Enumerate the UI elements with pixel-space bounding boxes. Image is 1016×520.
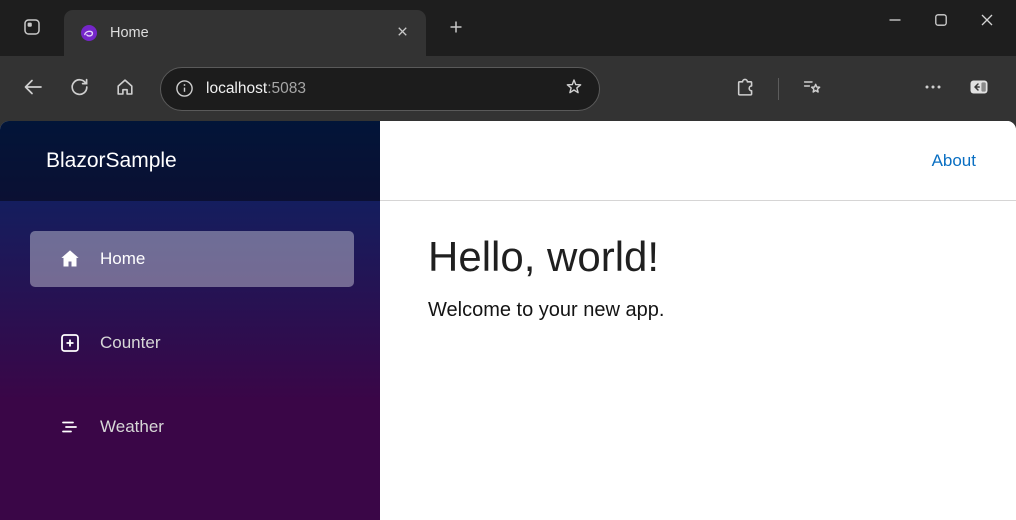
browser-window: Home localhost:5083 BlazorSample Home Co… xyxy=(0,0,1016,520)
plus-icon xyxy=(447,18,465,39)
sidebar-item-label: Weather xyxy=(100,417,164,436)
sidebar-toggle-button[interactable] xyxy=(959,69,999,109)
extensions-button[interactable] xyxy=(725,69,765,109)
address-bar[interactable]: localhost:5083 xyxy=(160,66,600,111)
new-tab-button[interactable] xyxy=(436,8,476,48)
home-icon xyxy=(115,77,135,100)
refresh-button[interactable] xyxy=(59,69,99,109)
back-arrow-icon xyxy=(22,76,44,101)
favorite-this-page-button[interactable] xyxy=(557,72,591,106)
browser-tab-home[interactable]: Home xyxy=(64,10,426,56)
about-link[interactable]: About xyxy=(932,151,976,171)
page-subtitle: Welcome to your new app. xyxy=(428,299,665,322)
refresh-icon xyxy=(69,77,89,100)
minimize-icon xyxy=(888,13,902,30)
extensions-icon xyxy=(735,77,756,101)
tab-strip: Home xyxy=(0,0,1016,56)
minimize-button[interactable] xyxy=(872,0,918,42)
url-text: localhost:5083 xyxy=(206,80,557,98)
tab-actions-button[interactable] xyxy=(12,8,52,48)
plus-square-icon xyxy=(58,331,82,355)
list-icon xyxy=(58,415,82,439)
sidebar-panel-icon xyxy=(968,76,990,101)
article-content: Hello, world! Welcome to your new app. xyxy=(380,201,1016,322)
toolbar-divider xyxy=(778,77,779,100)
close-window-button[interactable] xyxy=(964,0,1010,42)
home-button[interactable] xyxy=(105,69,145,109)
maximize-button[interactable] xyxy=(918,0,964,42)
page-content: BlazorSample Home Counter Weather About … xyxy=(0,121,1016,520)
close-icon xyxy=(980,13,994,30)
tab-close-button[interactable] xyxy=(388,19,416,47)
window-controls xyxy=(872,0,1010,42)
sidebar-item-weather[interactable]: Weather xyxy=(30,399,354,455)
sidebar-item-counter[interactable]: Counter xyxy=(30,315,354,371)
page-wrap: BlazorSample Home Counter Weather About … xyxy=(0,121,1016,520)
brand-row: BlazorSample xyxy=(0,121,380,201)
back-button[interactable] xyxy=(13,69,53,109)
sidebar-item-label: Counter xyxy=(100,333,161,352)
site-info-icon[interactable] xyxy=(175,79,194,98)
browser-toolbar: localhost:5083 xyxy=(0,56,1016,121)
sidebar-item-label: Home xyxy=(100,249,146,268)
favorites-star-list-icon xyxy=(802,77,823,101)
main-top-row: About xyxy=(380,121,1016,201)
tab-title: Home xyxy=(110,25,149,41)
close-icon xyxy=(395,24,410,42)
ellipsis-icon xyxy=(924,78,942,99)
star-icon xyxy=(564,77,584,100)
page-title: Hello, world! xyxy=(428,233,660,280)
settings-more-button[interactable] xyxy=(913,69,953,109)
url-host: localhost xyxy=(206,79,268,97)
house-icon xyxy=(58,247,82,271)
sidebar-item-home[interactable]: Home xyxy=(30,231,354,287)
main-area: About Hello, world! Welcome to your new … xyxy=(380,121,1016,520)
app-sidebar: BlazorSample Home Counter Weather xyxy=(0,121,380,520)
app-brand: BlazorSample xyxy=(46,149,177,172)
blazor-favicon-icon xyxy=(80,24,98,42)
maximize-icon xyxy=(934,13,948,30)
favorites-button[interactable] xyxy=(792,69,832,109)
tab-actions-icon xyxy=(22,17,42,40)
url-port: :5083 xyxy=(267,79,306,97)
nav-menu: Home Counter Weather xyxy=(0,201,380,483)
